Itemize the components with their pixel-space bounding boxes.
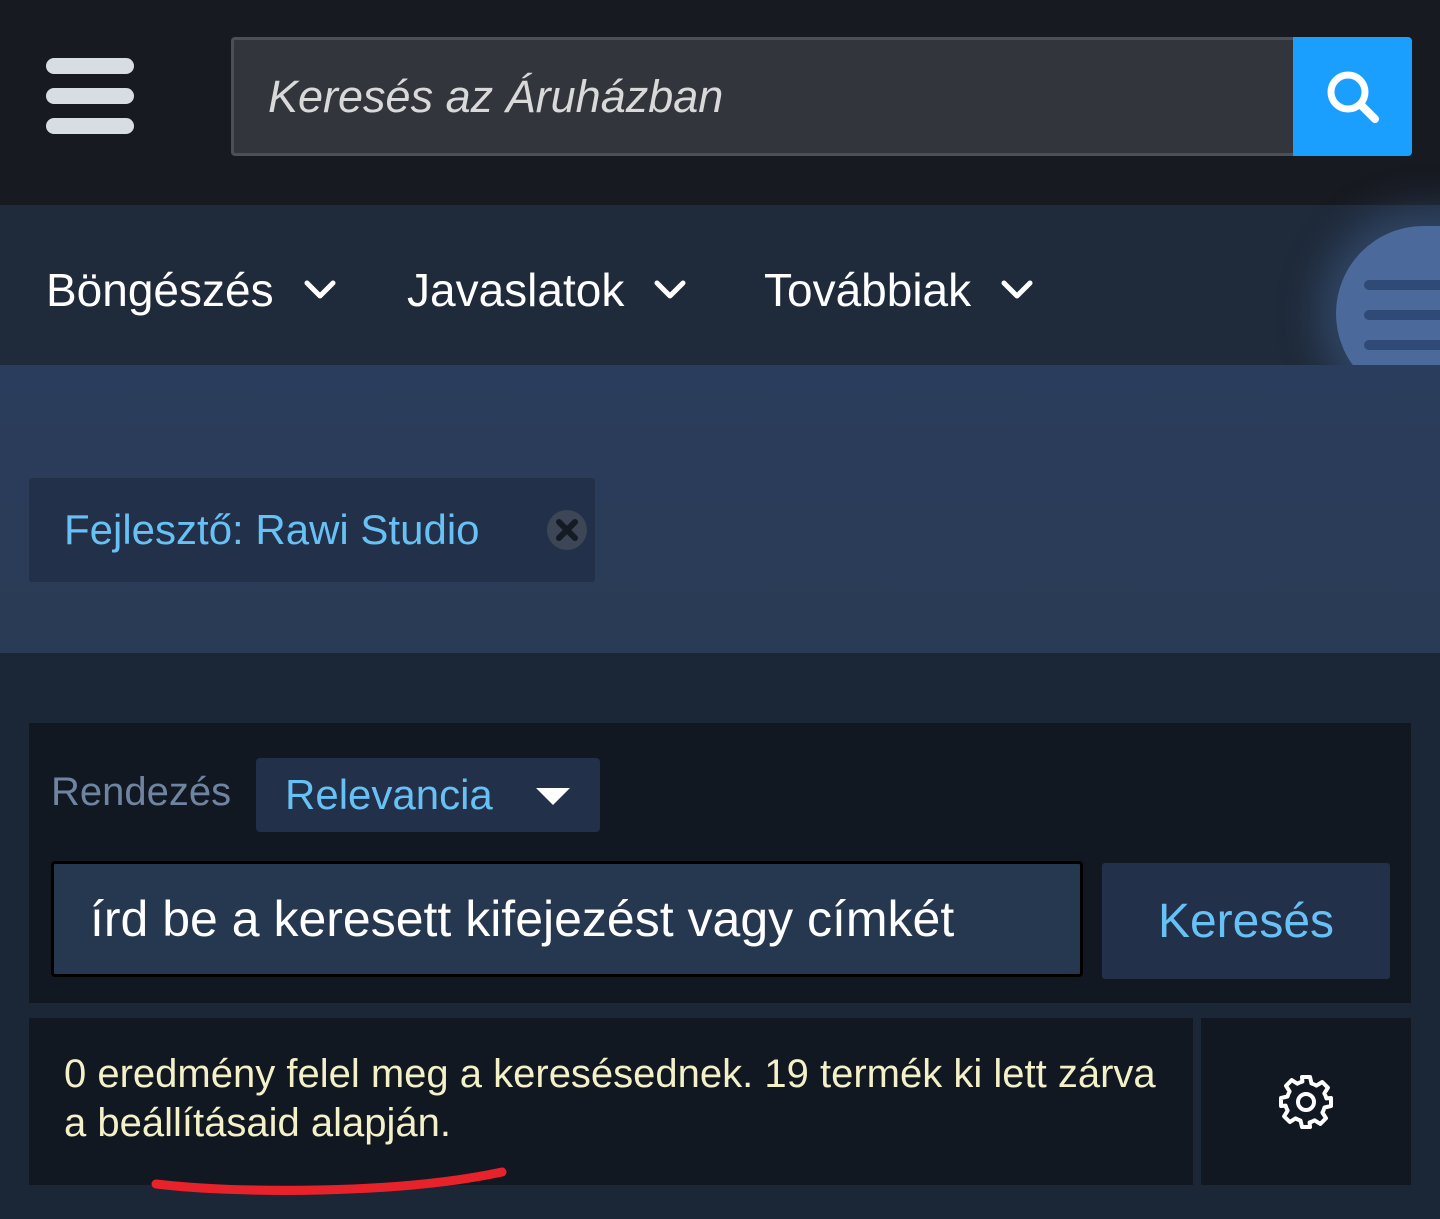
nav-item-browse[interactable]: Böngészés <box>46 255 336 325</box>
nav-bar: Böngészés Javaslatok Továbbiak <box>0 205 1440 365</box>
menu-bar-line <box>46 88 134 104</box>
sort-label: Rendezés <box>51 770 232 814</box>
search-settings-button[interactable] <box>1201 1018 1411 1185</box>
menu-bar-line <box>46 118 134 134</box>
nav-item-more[interactable]: Továbbiak <box>764 255 1033 325</box>
sort-dropdown[interactable]: Relevancia <box>256 758 600 832</box>
nav-item-label: Továbbiak <box>764 264 972 316</box>
search-icon <box>1327 71 1379 123</box>
nav-item-label: Javaslatok <box>407 264 625 316</box>
store-search-input[interactable] <box>231 37 1293 156</box>
menu-bar-line <box>1364 280 1440 290</box>
store-search-button[interactable] <box>1293 37 1412 156</box>
close-circle-icon[interactable] <box>545 508 589 552</box>
sort-selected-value: Relevancia <box>285 771 493 818</box>
term-search-button[interactable]: Keresés <box>1102 863 1390 979</box>
red-underline-annotation <box>151 1167 507 1195</box>
menu-bar-line <box>1364 340 1440 350</box>
gear-icon <box>1279 1074 1333 1129</box>
chevron-down-icon <box>304 280 336 299</box>
nav-item-label: Böngészés <box>46 264 274 316</box>
filter-chip-label: Fejlesztő: Rawi Studio <box>64 506 480 553</box>
nav-item-recommendations[interactable]: Javaslatok <box>407 255 686 325</box>
developer-filter-chip[interactable]: Fejlesztő: Rawi Studio <box>29 478 595 582</box>
caret-down-icon <box>536 788 570 805</box>
menu-bar-line <box>46 58 134 74</box>
chevron-down-icon <box>654 280 686 299</box>
chevron-down-icon <box>1001 280 1033 299</box>
results-summary-text: 0 eredmény felel meg a keresésednek. 19 … <box>64 1052 1156 1145</box>
menu-bar-line <box>1364 310 1440 320</box>
hamburger-menu-icon[interactable] <box>46 58 134 134</box>
term-search-input[interactable] <box>51 861 1083 977</box>
